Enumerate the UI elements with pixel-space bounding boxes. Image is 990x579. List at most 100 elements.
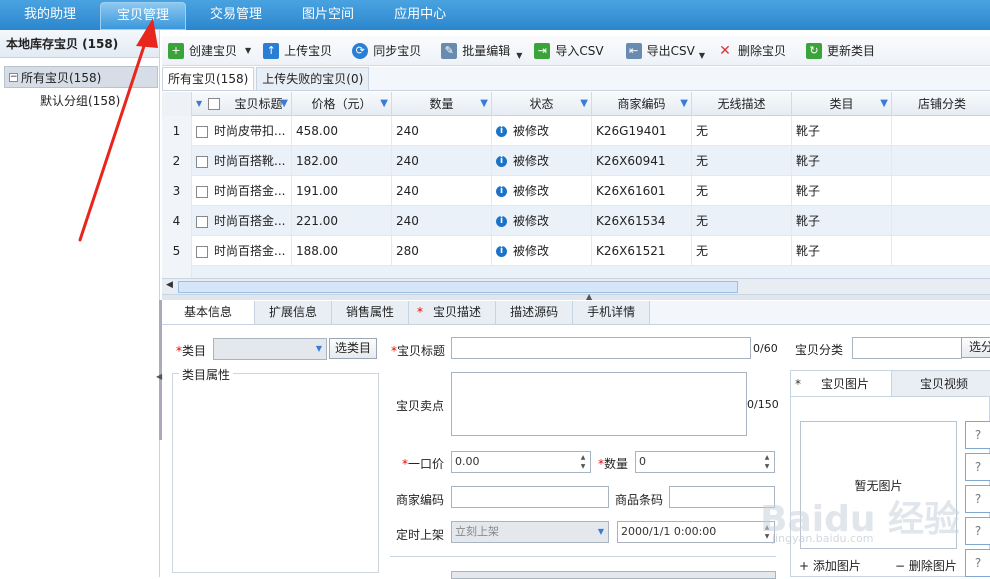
- cell-wireless-desc[interactable]: 无: [692, 176, 792, 206]
- cell-category[interactable]: 靴子: [792, 146, 892, 176]
- tab-basic-info[interactable]: 基本信息: [162, 301, 256, 324]
- cell-status[interactable]: i 被修改: [492, 116, 592, 146]
- cell-shop-category[interactable]: [892, 206, 990, 236]
- export-csv-button[interactable]: ⇤ 导出CSV ▼: [620, 39, 711, 63]
- row-checkbox[interactable]: [196, 245, 208, 258]
- collapse-up-icon[interactable]: ▲: [586, 292, 592, 301]
- select-category-button[interactable]: 选类目: [329, 338, 377, 359]
- cell-merchant-code[interactable]: K26X61521: [592, 236, 692, 266]
- scroll-left-icon[interactable]: ◀: [166, 280, 173, 290]
- update-category-button[interactable]: ↻ 更新类目: [800, 39, 881, 63]
- row-checkbox[interactable]: [196, 185, 208, 198]
- cell-shop-category[interactable]: [892, 116, 990, 146]
- header-title[interactable]: ▼ 宝贝标题 ▼: [192, 92, 292, 116]
- cell-title[interactable]: 时尚百搭金...: [192, 176, 292, 206]
- cell-status[interactable]: i 被修改: [492, 206, 592, 236]
- merchant-code-input[interactable]: [451, 486, 609, 508]
- cell-title[interactable]: 时尚百搭金...: [192, 206, 292, 236]
- batch-edit-button[interactable]: ✎ 批量编辑 ▼: [435, 39, 528, 63]
- quantity-input[interactable]: 0 ▲ ▼: [635, 451, 775, 473]
- image-thumb-slot[interactable]: ?: [965, 485, 990, 513]
- cell-merchant-code[interactable]: K26X61601: [592, 176, 692, 206]
- panel-divider[interactable]: ▲: [162, 292, 990, 301]
- cell-merchant-code[interactable]: K26G19401: [592, 116, 692, 146]
- tab-mobile-details[interactable]: 手机详情: [573, 301, 651, 324]
- cell-status[interactable]: i 被修改: [492, 146, 592, 176]
- create-item-button[interactable]: + 创建宝贝 ▼: [162, 39, 257, 63]
- category-select[interactable]: ▼: [213, 338, 327, 360]
- image-thumb-slot[interactable]: ?: [965, 453, 990, 481]
- cell-category[interactable]: 靴子: [792, 236, 892, 266]
- quantity-spinner[interactable]: ▲ ▼: [761, 453, 773, 471]
- row-checkbox[interactable]: [196, 155, 208, 168]
- cell-title[interactable]: 时尚皮带扣...: [192, 116, 292, 146]
- nav-trade-management[interactable]: 交易管理: [194, 0, 278, 30]
- cell-title[interactable]: 时尚百搭靴...: [192, 146, 292, 176]
- nav-image-space[interactable]: 图片空间: [286, 0, 370, 30]
- filter-icon[interactable]: ▼: [880, 92, 888, 116]
- table-row[interactable]: 3 时尚百搭金... 191.00 240 i 被修改 K26X61601 无 靴…: [162, 176, 990, 206]
- image-thumb-slot[interactable]: ?: [965, 517, 990, 545]
- filter-icon[interactable]: ▼: [380, 92, 388, 116]
- cell-merchant-code[interactable]: K26X60941: [592, 146, 692, 176]
- partial-input-row[interactable]: [451, 571, 776, 579]
- sync-item-button[interactable]: ⟳ 同步宝贝: [346, 39, 427, 63]
- cell-wireless-desc[interactable]: 无: [692, 206, 792, 236]
- image-thumb-slot[interactable]: ?: [965, 549, 990, 577]
- price-input[interactable]: 0.00 ▲ ▼: [451, 451, 591, 473]
- cell-category[interactable]: 靴子: [792, 116, 892, 146]
- nav-app-center[interactable]: 应用中心: [378, 0, 462, 30]
- header-price[interactable]: 价格（元） ▼: [292, 92, 392, 116]
- tab-item-description[interactable]: * 宝贝描述: [409, 301, 497, 324]
- tab-upload-failed[interactable]: 上传失败的宝贝(0): [256, 67, 370, 90]
- cell-category[interactable]: 靴子: [792, 176, 892, 206]
- tree-item-all-items[interactable]: − 所有宝贝(158): [4, 66, 158, 88]
- tree-item-default-group[interactable]: 默认分组(158): [40, 92, 120, 109]
- shop-category-input[interactable]: [852, 337, 962, 359]
- cell-shop-category[interactable]: [892, 176, 990, 206]
- title-input[interactable]: [451, 337, 751, 359]
- selling-points-textarea[interactable]: [451, 372, 747, 436]
- table-row[interactable]: 5 时尚百搭金... 188.00 280 i 被修改 K26X61521 无 靴…: [162, 236, 990, 266]
- price-spinner[interactable]: ▲ ▼: [577, 453, 589, 471]
- table-row[interactable]: 1 时尚皮带扣... 458.00 240 i 被修改 K26G19401 无 靴…: [162, 116, 990, 146]
- table-row[interactable]: 2 时尚百搭靴... 182.00 240 i 被修改 K26X60941 无 靴…: [162, 146, 990, 176]
- table-row-partial[interactable]: [162, 266, 990, 278]
- chevron-down-icon[interactable]: ▼: [516, 51, 522, 60]
- image-thumb-slot[interactable]: ?: [965, 421, 990, 449]
- tab-description-source[interactable]: 描述源码: [496, 301, 574, 324]
- cell-price[interactable]: 221.00: [292, 206, 392, 236]
- collapse-left-arrow-icon[interactable]: ◀: [156, 372, 162, 381]
- upload-item-button[interactable]: ↑ 上传宝贝: [257, 39, 338, 63]
- cell-quantity[interactable]: 280: [392, 236, 492, 266]
- cell-shop-category[interactable]: [892, 236, 990, 266]
- nav-item-management[interactable]: 宝贝管理: [100, 2, 187, 30]
- filter-icon[interactable]: ▼: [280, 92, 288, 116]
- chevron-down-icon[interactable]: ▼: [699, 51, 705, 60]
- header-merchant-code[interactable]: 商家编码 ▼: [592, 92, 692, 116]
- tab-extended-info[interactable]: 扩展信息: [255, 301, 333, 324]
- cell-title[interactable]: 时尚百搭金...: [192, 236, 292, 266]
- cell-quantity[interactable]: 240: [392, 116, 492, 146]
- cell-price[interactable]: 191.00: [292, 176, 392, 206]
- header-quantity[interactable]: 数量 ▼: [392, 92, 492, 116]
- select-all-checkbox[interactable]: [208, 98, 220, 110]
- tab-sales-attributes[interactable]: 销售属性: [332, 301, 410, 324]
- sort-icon[interactable]: ▼: [196, 92, 202, 116]
- cell-price[interactable]: 188.00: [292, 236, 392, 266]
- tab-all-items[interactable]: 所有宝贝(158): [162, 67, 255, 90]
- schedule-select[interactable]: 立刻上架 ▼: [451, 521, 609, 543]
- cell-wireless-desc[interactable]: 无: [692, 116, 792, 146]
- filter-icon[interactable]: ▼: [580, 92, 588, 116]
- row-checkbox[interactable]: [196, 215, 208, 228]
- delete-item-button[interactable]: ✕ 删除宝贝: [711, 39, 792, 63]
- cell-price[interactable]: 182.00: [292, 146, 392, 176]
- tree-collapse-icon[interactable]: −: [9, 73, 18, 82]
- cell-wireless-desc[interactable]: 无: [692, 236, 792, 266]
- cell-quantity[interactable]: 240: [392, 176, 492, 206]
- cell-wireless-desc[interactable]: 无: [692, 146, 792, 176]
- cell-status[interactable]: i 被修改: [492, 236, 592, 266]
- tab-item-video[interactable]: 宝贝视频: [892, 371, 990, 396]
- chevron-down-icon[interactable]: ▼: [245, 46, 251, 55]
- row-checkbox[interactable]: [196, 125, 208, 138]
